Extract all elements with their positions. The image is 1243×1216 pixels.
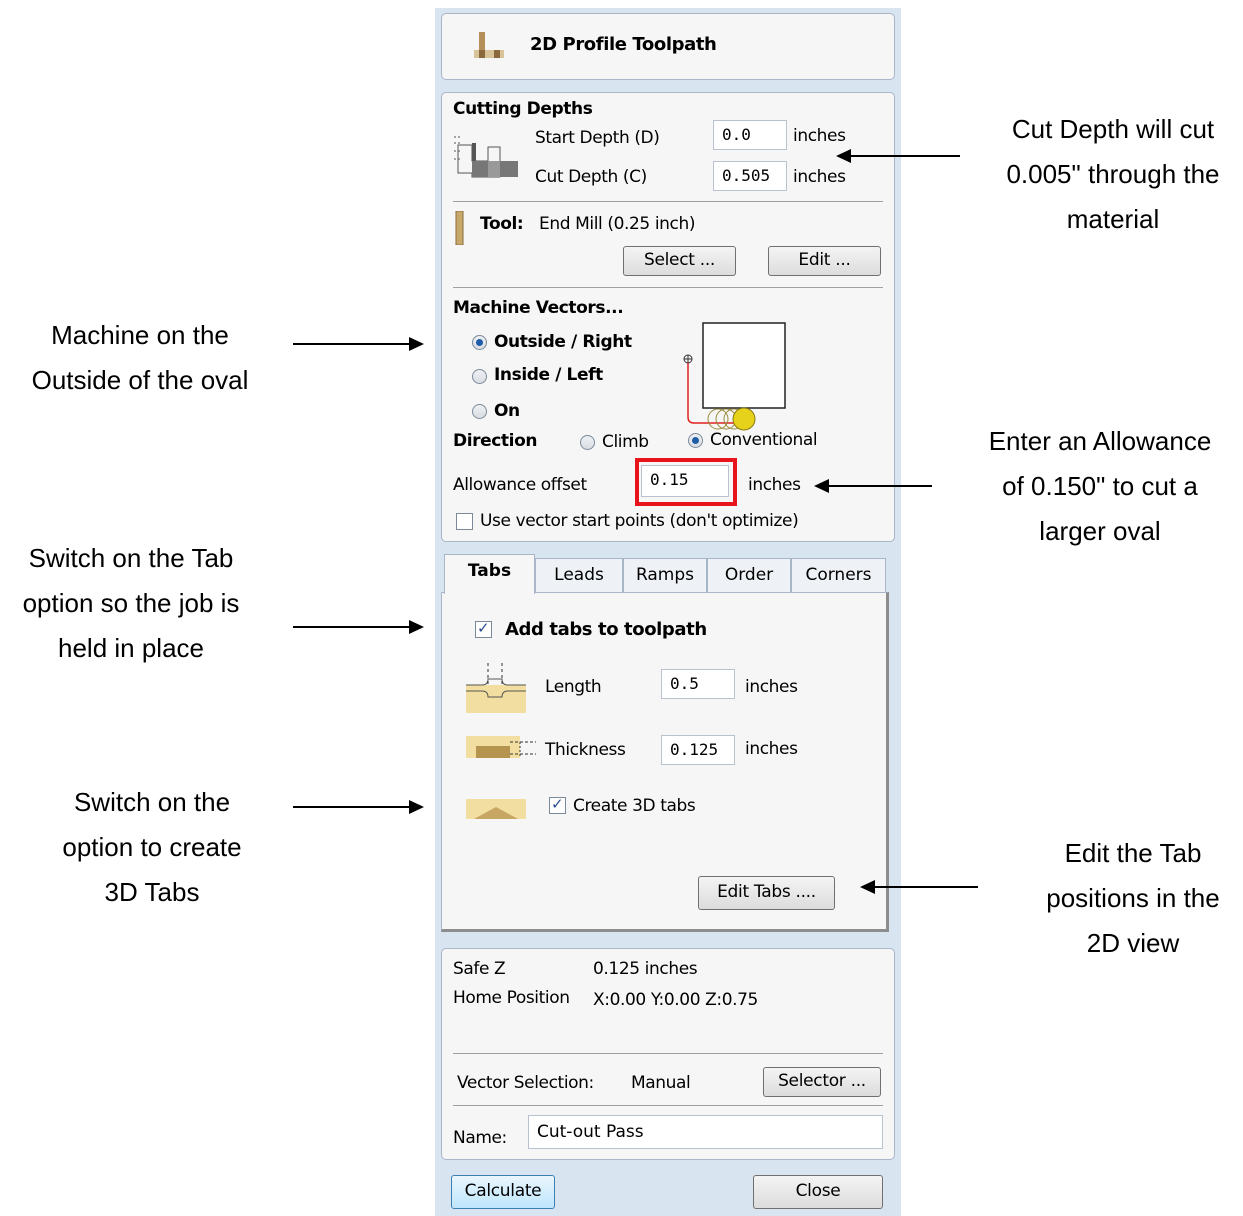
radio-inside-left-label[interactable]: Inside / Left (494, 365, 603, 385)
divider (453, 287, 883, 288)
annotation-tab-option: Switch on the Tab option so the job is h… (22, 543, 240, 663)
tab-bar: Tabs Leads Ramps Order Corners (444, 554, 886, 594)
end-mill-icon (455, 211, 464, 245)
tab-thickness-icon (466, 736, 536, 758)
profile-toolpath-icon (474, 32, 504, 58)
info-box: Safe Z 0.125 inches Home Position X:0.00… (441, 948, 895, 1160)
radio-conventional-label[interactable]: Conventional (710, 430, 818, 450)
divider (453, 201, 883, 202)
select-tool-button[interactable]: Select ... (623, 246, 736, 276)
annotation-create-3d: Switch on the option to create 3D Tabs (62, 787, 242, 907)
3d-tab-icon (466, 799, 526, 819)
thickness-unit: inches (745, 739, 798, 759)
tab-tabs[interactable]: Tabs (444, 554, 535, 594)
edit-tool-button[interactable]: Edit ... (768, 246, 881, 276)
tab-order[interactable]: Order (707, 558, 791, 592)
name-input[interactable]: Cut-out Pass (528, 1115, 883, 1149)
tab-corners[interactable]: Corners (791, 558, 886, 592)
safe-z-label: Safe Z (453, 959, 506, 979)
radio-outside-right[interactable] (472, 335, 487, 350)
thickness-label: Thickness (545, 740, 626, 760)
length-unit: inches (745, 677, 798, 697)
direction-label: Direction (453, 431, 538, 451)
arrow-tab-option (293, 620, 424, 634)
arrow-create-3d (293, 800, 424, 814)
cut-depth-input[interactable]: 0.505 (713, 161, 787, 191)
start-depth-label: Start Depth (D) (535, 128, 660, 148)
toolpath-panel: 2D Profile Toolpath Cutting Depths Start… (435, 8, 901, 1216)
title-box: 2D Profile Toolpath (441, 13, 895, 80)
radio-outside-right-label[interactable]: Outside / Right (494, 332, 632, 352)
cut-depth-unit: inches (793, 167, 846, 187)
home-position-label: Home Position (453, 988, 570, 1008)
start-points-label[interactable]: Use vector start points (don't optimize) (480, 511, 799, 531)
allowance-unit: inches (748, 475, 801, 495)
radio-climb[interactable] (580, 435, 595, 450)
machine-vectors-heading: Machine Vectors... (453, 298, 624, 318)
divider (453, 1105, 883, 1106)
tool-label: Tool: (480, 214, 524, 234)
page-title: 2D Profile Toolpath (530, 34, 717, 55)
radio-conventional[interactable] (688, 433, 703, 448)
create-3d-tabs-label[interactable]: Create 3D tabs (573, 796, 696, 816)
settings-box: Cutting Depths Start Depth (D) 0.0 inche… (441, 92, 895, 542)
arrow-edit-tabs (860, 880, 978, 894)
tab-leads[interactable]: Leads (535, 558, 623, 592)
close-button[interactable]: Close (753, 1175, 883, 1209)
name-label: Name: (453, 1128, 507, 1148)
edit-tabs-button[interactable]: Edit Tabs .... (698, 876, 835, 910)
annotation-machine-outside: Machine on the Outside of the oval (31, 320, 249, 395)
selector-button[interactable]: Selector ... (763, 1067, 881, 1097)
add-tabs-label[interactable]: Add tabs to toolpath (505, 619, 707, 640)
create-3d-tabs-checkbox[interactable] (549, 795, 566, 814)
home-position-value: X:0.00 Y:0.00 Z:0.75 (593, 990, 758, 1010)
cutting-depths-heading: Cutting Depths (453, 99, 593, 119)
start-points-checkbox[interactable] (456, 513, 473, 530)
length-input[interactable]: 0.5 (661, 669, 735, 699)
tab-length-icon (466, 663, 526, 713)
cut-depth-label: Cut Depth (C) (535, 167, 647, 187)
tab-ramps[interactable]: Ramps (623, 558, 707, 592)
tool-name: End Mill (0.25 inch) (539, 214, 696, 234)
length-label: Length (545, 677, 602, 697)
vector-selection-value: Manual (631, 1073, 691, 1093)
safe-z-value: 0.125 inches (593, 959, 698, 979)
annotation-allowance: Enter an Allowance of 0.150" to cut a la… (988, 426, 1212, 546)
thickness-input[interactable]: 0.125 (661, 735, 735, 765)
allowance-label: Allowance offset (453, 475, 587, 495)
arrow-allowance (814, 479, 932, 493)
annotation-cut-depth: Cut Depth will cut 0.005" through the ma… (1006, 114, 1220, 234)
divider (453, 1053, 883, 1054)
radio-on[interactable] (472, 404, 487, 419)
vector-preview-diagram (683, 322, 786, 431)
radio-on-label[interactable]: On (494, 401, 520, 421)
arrow-cut-depth (836, 149, 960, 163)
arrow-machine-outside (293, 337, 424, 351)
depth-diagram-icon (454, 136, 518, 178)
vector-selection-label: Vector Selection: (457, 1073, 594, 1093)
calculate-button[interactable]: Calculate (451, 1175, 555, 1209)
start-depth-unit: inches (793, 126, 846, 146)
radio-climb-label[interactable]: Climb (602, 432, 649, 452)
annotation-edit-tabs: Edit the Tab positions in the 2D view (1046, 838, 1220, 958)
tabs-page: Add tabs to toolpath Length 0.5 inches T… (441, 592, 889, 932)
radio-inside-left[interactable] (472, 369, 487, 384)
start-depth-input[interactable]: 0.0 (713, 120, 787, 150)
allowance-input[interactable]: 0.15 (641, 465, 729, 497)
add-tabs-checkbox[interactable] (475, 619, 492, 638)
